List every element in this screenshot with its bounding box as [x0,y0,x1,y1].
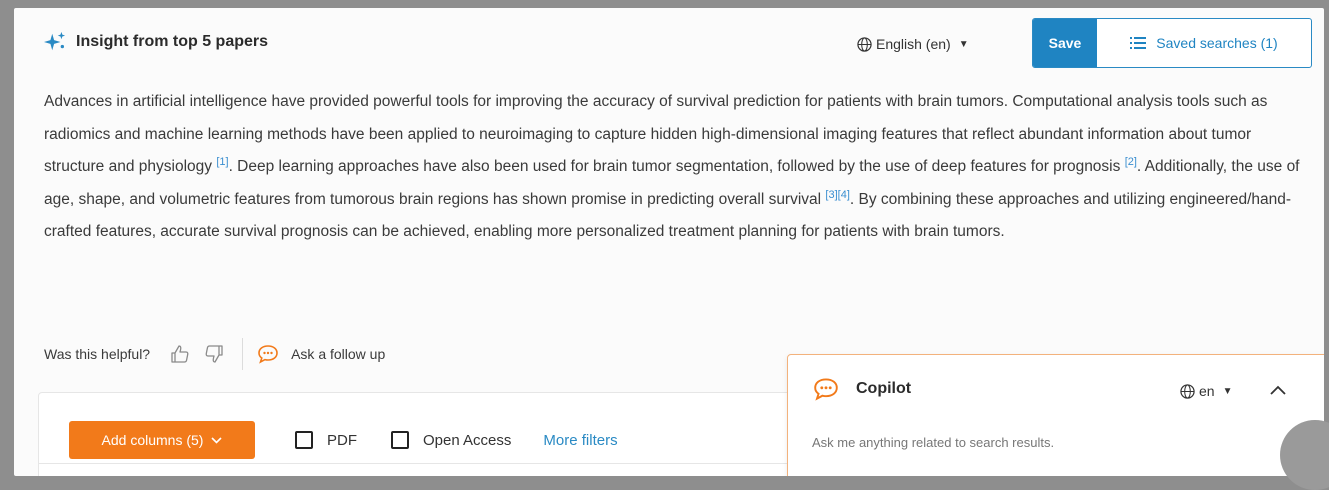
copilot-input[interactable]: Ask me anything related to search result… [812,435,1054,450]
thumbs-up-icon[interactable] [170,344,190,364]
saved-searches-button[interactable]: Saved searches (1) [1097,19,1311,67]
follow-up-label: Ask a follow up [291,346,386,362]
feedback-row: Was this helpful? Ask a follow up [44,338,385,370]
citation-link-1[interactable]: [1] [216,156,228,168]
open-access-checkbox[interactable] [391,431,409,449]
insight-title: Insight from top 5 papers [76,33,269,50]
saved-searches-label: Saved searches (1) [1156,35,1278,51]
citation-link-2[interactable]: [2] [1125,156,1137,168]
copilot-language-label: en [1199,383,1215,399]
citation-link-3[interactable]: [3] [825,189,837,201]
insight-panel: Insight from top 5 papers English (en) ▼… [14,8,1324,476]
insight-header: Insight from top 5 papers [44,31,268,53]
pdf-filter[interactable]: PDF [295,431,357,449]
chat-bubble-icon [258,345,278,364]
copilot-chat-icon [814,378,838,401]
open-access-filter[interactable]: Open Access [391,431,511,449]
citation-link-4[interactable]: [4] [838,189,850,201]
copilot-title: Copilot [856,380,912,397]
table-toolbar: Add columns (5) PDF Open Access More fil… [69,421,618,459]
thumbs-down-icon[interactable] [204,344,224,364]
open-access-label: Open Access [423,431,512,449]
divider [242,338,244,370]
insight-summary: Advances in artificial intelligence have… [44,86,1309,249]
copilot-panel: Copilot en ▼ Ask me anything related to … [787,354,1324,476]
save-button[interactable]: Save [1033,19,1097,67]
pdf-checkbox[interactable] [295,431,313,449]
ask-follow-up-button[interactable]: Ask a follow up [257,344,385,364]
sparkle-icon [44,31,66,51]
copilot-language-selector[interactable]: en ▼ [1180,383,1232,399]
language-label: English (en) [876,36,951,52]
list-icon [1130,37,1147,49]
more-filters-link[interactable]: More filters [543,432,617,449]
add-columns-label: Add columns (5) [101,432,204,448]
copilot-header: Copilot [812,377,911,401]
helpful-label: Was this helpful? [44,346,151,362]
pdf-label: PDF [327,431,357,449]
caret-down-icon: ▼ [958,38,969,50]
globe-icon [857,36,872,52]
globe-icon [1180,383,1195,399]
add-columns-button[interactable]: Add columns (5) [69,421,255,459]
save-button-group: Save Saved searches (1) [1032,18,1312,68]
summary-text-2: . Deep learning approaches have also bee… [228,158,1125,176]
chevron-up-icon[interactable] [1266,379,1290,403]
caret-down-icon: ▼ [1222,385,1233,397]
language-selector[interactable]: English (en) ▼ [857,36,969,52]
chevron-down-icon [211,436,223,444]
